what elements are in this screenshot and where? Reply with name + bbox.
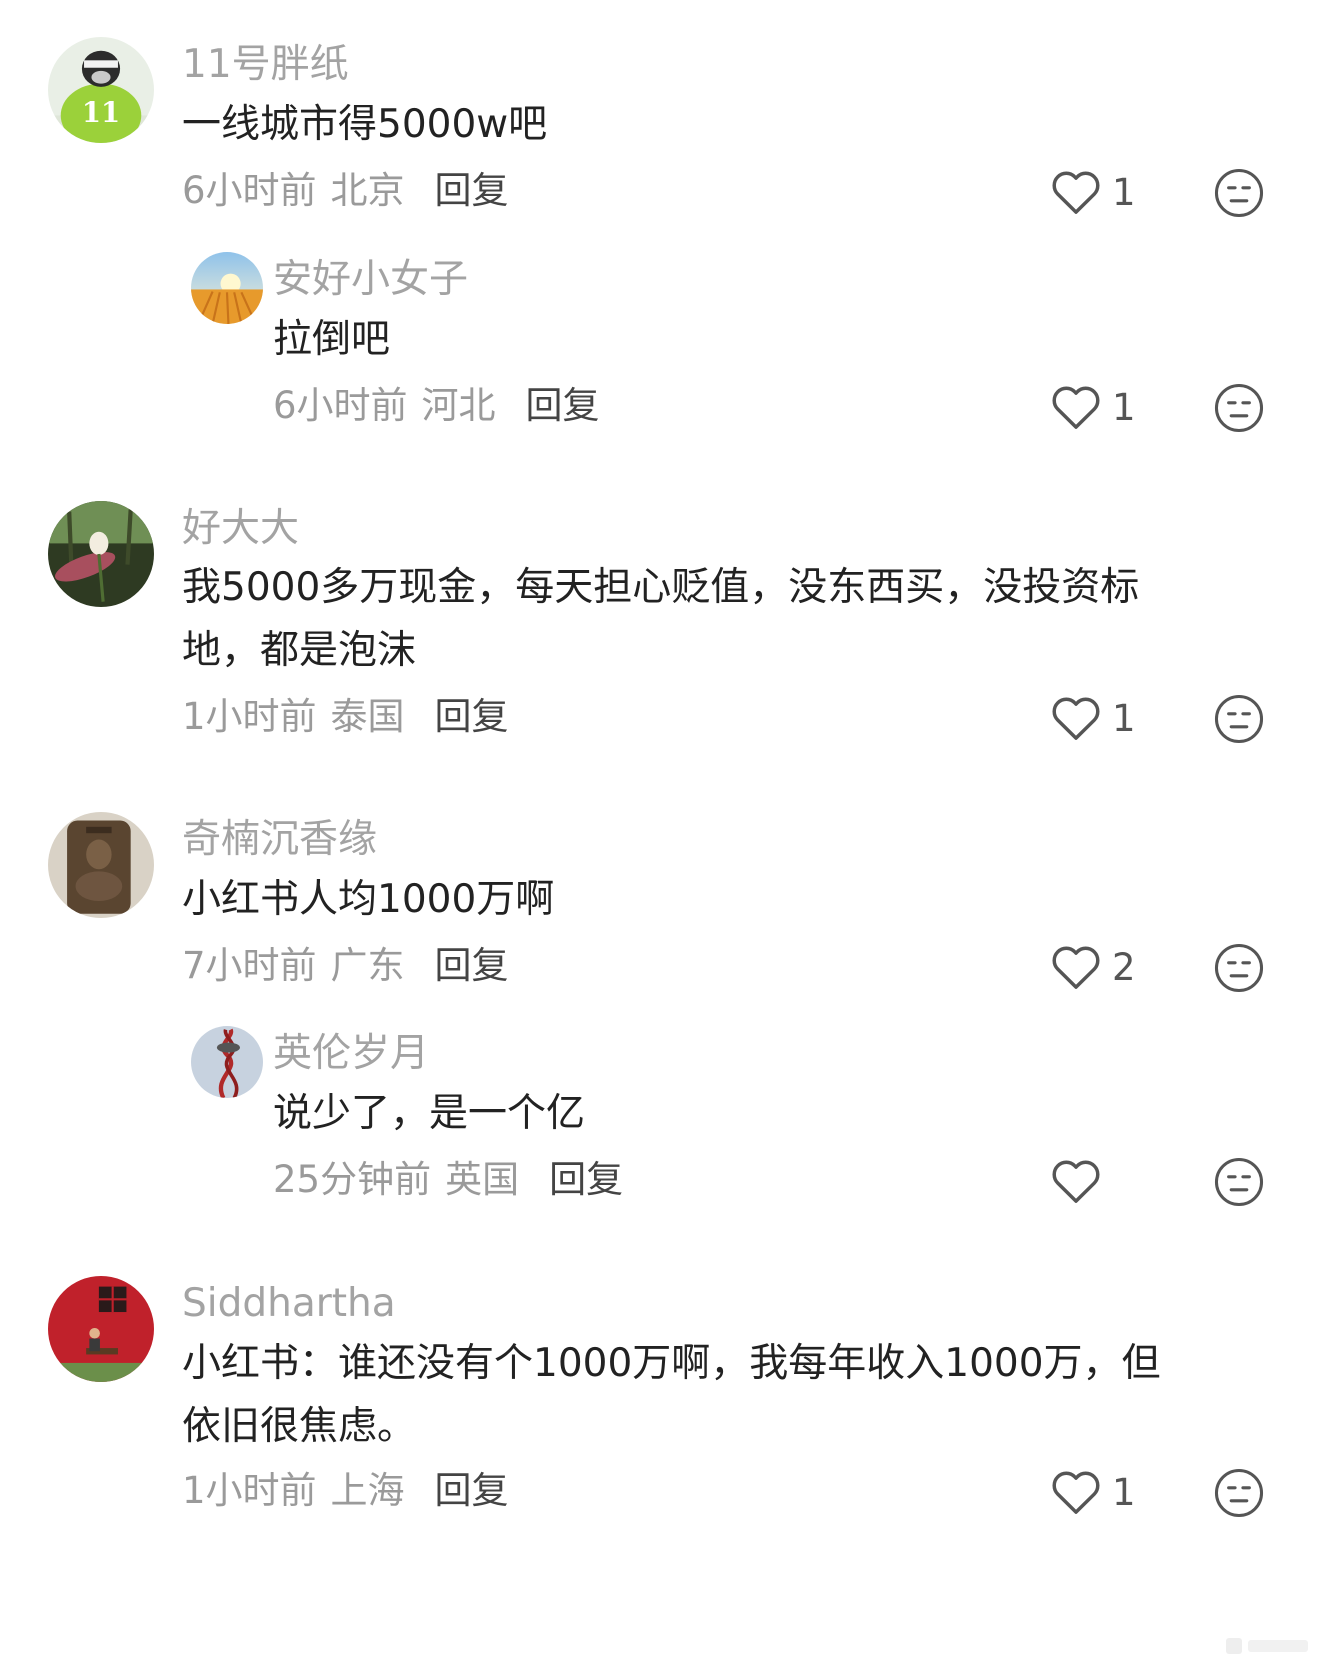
comment-location: 英国 xyxy=(445,1158,520,1201)
user-avatar[interactable] xyxy=(48,501,154,607)
avatar-wheat-field-icon xyxy=(191,252,263,324)
comment-meta: 6小时前 河北 回复 xyxy=(273,387,600,424)
user-name[interactable]: 11号胖纸 xyxy=(182,45,349,84)
svg-text:11: 11 xyxy=(82,97,120,129)
like-button[interactable]: 1 xyxy=(1050,694,1136,742)
avatar-carved-agarwood-icon xyxy=(48,812,154,918)
heart-outline-icon xyxy=(1052,1471,1100,1514)
neutral-face-icon xyxy=(1214,694,1264,744)
comment-time: 7小时前 xyxy=(182,944,317,987)
comment-meta: 25分钟前 英国 回复 xyxy=(273,1161,623,1198)
avatar-orbit-tower-icon xyxy=(191,1026,263,1098)
like-button[interactable] xyxy=(1050,1157,1112,1205)
like-button[interactable]: 1 xyxy=(1050,383,1136,431)
comment-location: 上海 xyxy=(330,1469,405,1512)
like-button[interactable]: 2 xyxy=(1050,943,1136,991)
comment-location: 河北 xyxy=(421,384,496,427)
like-count: 1 xyxy=(1112,1470,1136,1514)
heart-outline-icon xyxy=(1052,1160,1100,1203)
user-name[interactable]: 奇楠沉香缘 xyxy=(182,820,377,859)
comment-text-line-1: 小红书：谁还没有个1000万啊，我每年收入1000万，但 xyxy=(182,1341,1161,1386)
like-count: 2 xyxy=(1112,945,1136,989)
neutral-face-icon xyxy=(1214,1468,1264,1518)
comment-text: 一线城市得5000w吧 xyxy=(182,102,548,147)
neutral-face-icon xyxy=(1214,1157,1264,1207)
comment-meta: 1小时前 泰国 回复 xyxy=(182,698,509,735)
comment-text-line-1: 我5000多万现金，每天担心贬值，没东西买，没投资标 xyxy=(182,565,1140,610)
reply-button[interactable]: 回复 xyxy=(435,944,509,987)
like-count: 1 xyxy=(1112,696,1136,740)
heart-outline-icon xyxy=(1052,171,1100,214)
watermark-graphic xyxy=(1224,1632,1314,1660)
like-count: 1 xyxy=(1112,385,1136,429)
comment-location: 泰国 xyxy=(330,695,405,738)
comment-meta: 6小时前 北京 回复 xyxy=(182,172,509,209)
neutral-face-icon xyxy=(1214,383,1264,433)
user-avatar[interactable] xyxy=(191,252,263,324)
dislike-button[interactable] xyxy=(1213,1156,1265,1208)
neutral-face-icon xyxy=(1214,943,1264,993)
user-avatar[interactable] xyxy=(191,1026,263,1098)
dislike-button[interactable] xyxy=(1213,942,1265,994)
reply-button[interactable]: 回复 xyxy=(549,1158,623,1201)
like-button[interactable]: 1 xyxy=(1050,168,1136,216)
user-avatar[interactable] xyxy=(48,1276,154,1382)
avatar-red-barn-person-icon xyxy=(48,1276,154,1382)
avatar-11-character-icon: 11 xyxy=(48,37,154,143)
user-name[interactable]: Siddhartha xyxy=(182,1284,396,1323)
heart-outline-icon xyxy=(1052,386,1100,429)
like-button[interactable]: 1 xyxy=(1050,1468,1136,1516)
comment-time: 1小时前 xyxy=(182,695,317,738)
user-avatar[interactable]: 11 xyxy=(48,37,154,143)
comment-text-line-2: 地，都是泡沫 xyxy=(182,628,417,673)
reply-button[interactable]: 回复 xyxy=(435,695,509,738)
user-name[interactable]: 好大大 xyxy=(182,509,299,548)
comment-text: 拉倒吧 xyxy=(273,317,391,362)
comment-meta: 7小时前 广东 回复 xyxy=(182,947,509,984)
heart-outline-icon xyxy=(1052,946,1100,989)
comment-time: 1小时前 xyxy=(182,1469,317,1512)
user-name[interactable]: 安好小女子 xyxy=(273,260,468,299)
reply-button[interactable]: 回复 xyxy=(526,384,600,427)
like-count: 1 xyxy=(1112,170,1136,214)
dislike-button[interactable] xyxy=(1213,693,1265,745)
avatar-lotus-flower-icon xyxy=(48,501,154,607)
dislike-button[interactable] xyxy=(1213,167,1265,219)
comment-time: 6小时前 xyxy=(273,384,408,427)
reply-button[interactable]: 回复 xyxy=(435,1469,509,1512)
heart-outline-icon xyxy=(1052,697,1100,740)
neutral-face-icon xyxy=(1214,168,1264,218)
reply-button[interactable]: 回复 xyxy=(435,169,509,212)
dislike-button[interactable] xyxy=(1213,382,1265,434)
user-avatar[interactable] xyxy=(48,812,154,918)
dislike-button[interactable] xyxy=(1213,1467,1265,1519)
comment-time: 6小时前 xyxy=(182,169,317,212)
comment-location: 北京 xyxy=(330,169,405,212)
comment-time: 25分钟前 xyxy=(273,1158,432,1201)
comment-text: 小红书人均1000万啊 xyxy=(182,877,555,922)
user-name[interactable]: 英伦岁月 xyxy=(273,1034,429,1073)
comment-text-line-2: 依旧很焦虑。 xyxy=(182,1404,417,1449)
comment-meta: 1小时前 上海 回复 xyxy=(182,1472,509,1509)
comment-text: 说少了，是一个亿 xyxy=(273,1091,586,1136)
comment-location: 广东 xyxy=(330,944,405,987)
